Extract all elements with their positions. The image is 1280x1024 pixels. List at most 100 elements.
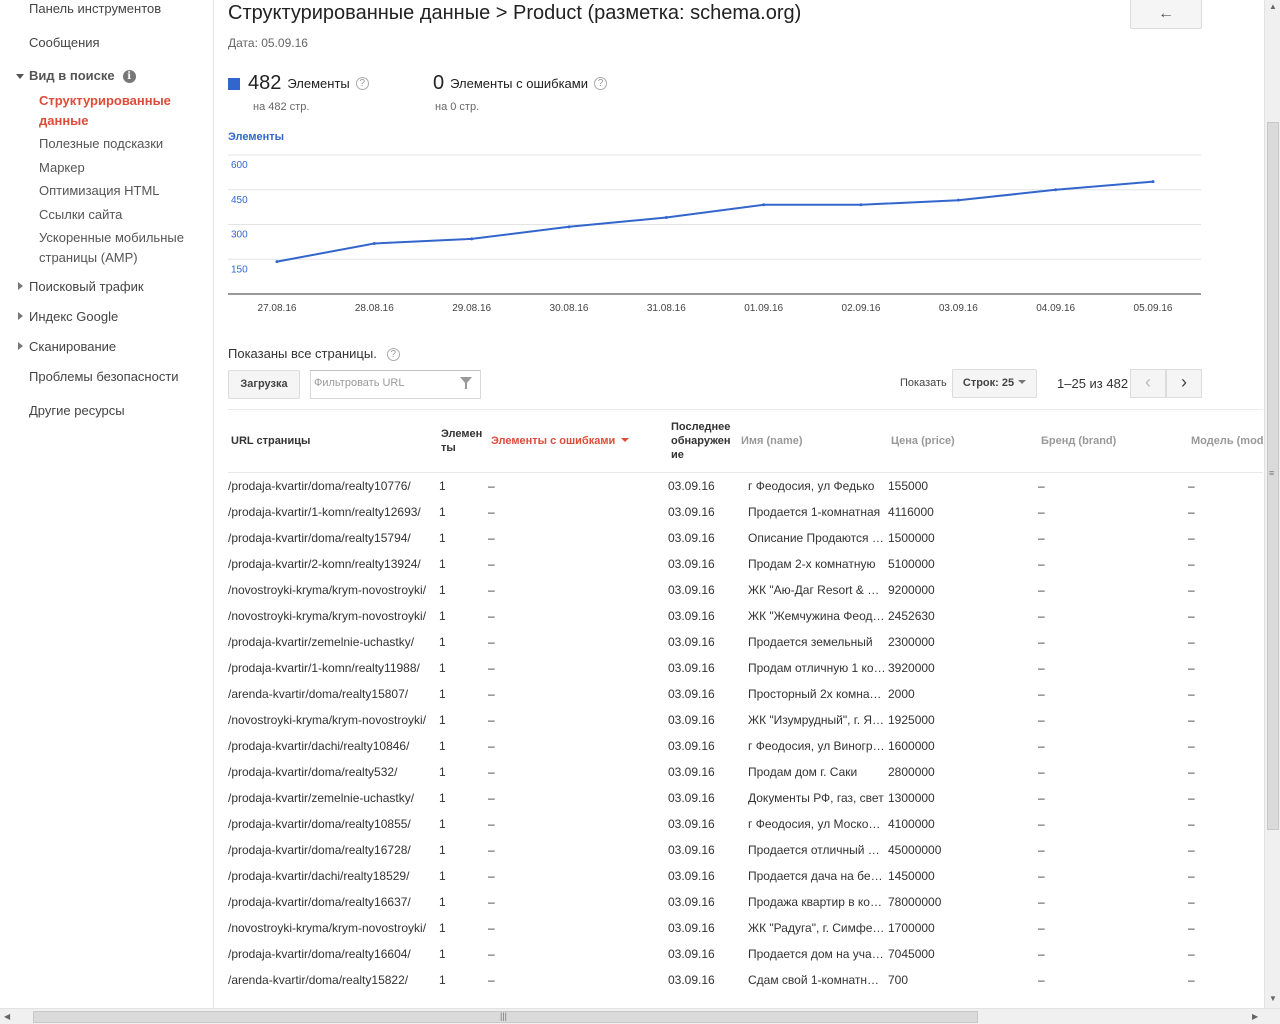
cell-url[interactable]: /prodaja-kvartir/doma/realty10776/ [228,479,436,493]
cell-url[interactable]: /arenda-kvartir/doma/realty15807/ [228,687,436,701]
cell-url[interactable]: /prodaja-kvartir/doma/realty10855/ [228,817,436,831]
table-row[interactable]: /prodaja-kvartir/1-komn/realty12693/1 – 03… [228,505,1263,531]
col-header-price[interactable]: Цена (price) [891,434,955,448]
prev-page-button[interactable]: ‹ [1130,369,1166,398]
table-row[interactable]: /prodaja-kvartir/1-komn/realty11988/1 – 03… [228,661,1263,687]
cell-brand: – [1038,505,1045,519]
table-row[interactable]: /prodaja-kvartir/doma/realty15794/1 – 03.0… [228,531,1263,557]
cell-url[interactable]: /prodaja-kvartir/doma/realty16604/ [228,947,436,961]
sidebar-item-other-resources[interactable]: Другие ресурсы [29,403,125,418]
cell-url[interactable]: /novostroyki-kryma/krym-novostroyki/ [228,609,436,623]
cell-errors: – [488,973,495,987]
horizontal-scrollbar[interactable]: ◀ ||| ▶ [0,1008,1280,1024]
y-tick-label: 600 [231,160,248,171]
url-filter-input[interactable]: Фильтровать URL [310,370,481,399]
sidebar-item-data-highlighter[interactable]: Маркер [39,158,85,178]
table-row[interactable]: /prodaja-kvartir/2-komn/realty13924/1 – 03… [228,557,1263,583]
sidebar-item-amp[interactable]: Ускоренные мобильные страницы (AMP) [39,228,184,268]
cell-items: 1 [439,635,446,649]
sidebar-item-search-appearance[interactable]: Вид в поиске i [29,68,136,83]
filter-icon[interactable] [460,377,472,389]
sidebar-item-security[interactable]: Проблемы безопасности [29,369,179,384]
next-page-button[interactable]: › [1166,369,1202,398]
cell-url[interactable]: /prodaja-kvartir/zemelnie-uchastky/ [228,635,436,649]
table-row[interactable]: /prodaja-kvartir/doma/realty532/1 – 03.09.… [228,765,1263,791]
sidebar-item-google-index[interactable]: Индекс Google [29,309,118,324]
help-icon[interactable]: ? [594,77,607,90]
cell-url[interactable]: /prodaja-kvartir/2-komn/realty13924/ [228,557,436,571]
cell-url[interactable]: /prodaja-kvartir/1-komn/realty12693/ [228,505,436,519]
cell-url[interactable]: /prodaja-kvartir/doma/realty15794/ [228,531,436,545]
x-tick-label: 31.08.16 [647,303,686,314]
scroll-right-icon[interactable]: ▶ [1252,1012,1258,1021]
table-row[interactable]: /prodaja-kvartir/doma/realty10855/1 – 03.0… [228,817,1263,843]
sidebar-item-structured-data[interactable]: Структурированные данные [39,91,171,131]
cell-url[interactable]: /novostroyki-kryma/krym-novostroyki/ [228,713,436,727]
cell-url[interactable]: /prodaja-kvartir/doma/realty532/ [228,765,436,779]
table-row[interactable]: /prodaja-kvartir/doma/realty16728/1 – 03.0… [228,843,1263,869]
cell-url[interactable]: /prodaja-kvartir/zemelnie-uchastky/ [228,791,436,805]
col-header-last-detected[interactable]: Последнее обнаружен ие [671,420,731,462]
table-row[interactable]: /novostroyki-kryma/krym-novostroyki/1 – 03… [228,713,1263,739]
col-header-errors[interactable]: Элементы с ошибками [491,434,630,448]
sidebar-item-sitelinks[interactable]: Ссылки сайта [39,205,122,225]
col-header-brand[interactable]: Бренд (brand) [1041,434,1116,448]
cell-url[interactable]: /prodaja-kvartir/1-komn/realty11988/ [228,661,436,675]
table-row[interactable]: /novostroyki-kryma/krym-novostroyki/1 – 03… [228,921,1263,947]
table-row[interactable]: /novostroyki-kryma/krym-novostroyki/1 – 03… [228,583,1263,609]
collapse-arrow-icon[interactable] [18,282,23,290]
cell-price: 1500000 [888,531,935,545]
cell-url[interactable]: /prodaja-kvartir/doma/realty16637/ [228,895,436,909]
scroll-up-icon[interactable]: ▲ [1269,2,1277,11]
sidebar-item-crawl[interactable]: Сканирование [29,339,116,354]
table-row[interactable]: /prodaja-kvartir/doma/realty16637/1 – 03.0… [228,895,1263,921]
scroll-left-icon[interactable]: ◀ [4,1012,10,1021]
cell-name: Продается земельный [748,635,873,649]
scroll-down-icon[interactable]: ▼ [1269,994,1277,1003]
data-point [1054,188,1058,192]
vertical-scrollbar[interactable]: ▲ ≡ ▼ [1264,0,1280,1008]
data-point [859,203,863,207]
sidebar-item-search-traffic[interactable]: Поисковый трафик [29,279,144,294]
cell-url[interactable]: /arenda-kvartir/doma/realty15822/ [228,973,436,987]
collapse-arrow-icon[interactable] [18,312,23,320]
col-header-url[interactable]: URL страницы [231,434,310,448]
cell-url[interactable]: /prodaja-kvartir/doma/realty16728/ [228,843,436,857]
sidebar-item-messages[interactable]: Сообщения [29,35,100,50]
cell-url[interactable]: /novostroyki-kryma/krym-novostroyki/ [228,583,436,597]
cell-last-detected: 03.09.16 [668,687,715,701]
sidebar-item-html-improvements[interactable]: Оптимизация HTML [39,181,160,201]
cell-url[interactable]: /prodaja-kvartir/dachi/realty18529/ [228,869,436,883]
table-row[interactable]: /prodaja-kvartir/dachi/realty10846/1 – 03.… [228,739,1263,765]
collapse-arrow-icon[interactable] [18,342,23,350]
series-color-swatch[interactable] [228,77,240,90]
table-row[interactable]: /prodaja-kvartir/doma/realty10776/1 – 03.0… [228,479,1263,505]
back-button[interactable]: ← [1130,0,1202,29]
table-row[interactable]: /prodaja-kvartir/zemelnie-uchastky/1 – 03.… [228,635,1263,661]
table-row[interactable]: /prodaja-kvartir/dachi/realty18529/1 – 03.… [228,869,1263,895]
col-header-model[interactable]: Модель (model) [1191,434,1263,448]
table-row[interactable]: /prodaja-kvartir/doma/realty16604/1 – 03.0… [228,947,1263,973]
cell-items: 1 [439,843,446,857]
download-button[interactable]: Загрузка [228,370,300,399]
rows-per-page-select[interactable]: Строк: 25 [952,369,1037,398]
sidebar-item-dashboard[interactable]: Панель инструментов [29,1,161,16]
help-icon[interactable]: ? [386,348,400,362]
col-header-items[interactable]: Элемен ты [441,427,482,455]
table-row[interactable]: /novostroyki-kryma/krym-novostroyki/1 – 03… [228,609,1263,635]
cell-url[interactable]: /novostroyki-kryma/krym-novostroyki/ [228,921,436,935]
table-row[interactable]: /prodaja-kvartir/zemelnie-uchastky/1 – 03.… [228,791,1263,817]
cell-last-detected: 03.09.16 [668,505,715,519]
cell-model: – [1188,947,1195,961]
info-icon[interactable]: i [122,70,136,83]
table-row[interactable]: /arenda-kvartir/doma/realty15822/1 – 03.09… [228,973,1263,999]
table-row[interactable]: /arenda-kvartir/doma/realty15807/1 – 03.09… [228,687,1263,713]
col-header-name[interactable]: Имя (name) [741,434,803,448]
cell-model: – [1188,687,1195,701]
help-icon[interactable]: ? [355,77,369,90]
cell-items: 1 [439,713,446,727]
cell-brand: – [1038,609,1045,623]
cell-url[interactable]: /prodaja-kvartir/dachi/realty10846/ [228,739,436,753]
expand-arrow-icon[interactable] [16,74,24,79]
sidebar-item-rich-cards[interactable]: Полезные подсказки [39,134,163,154]
